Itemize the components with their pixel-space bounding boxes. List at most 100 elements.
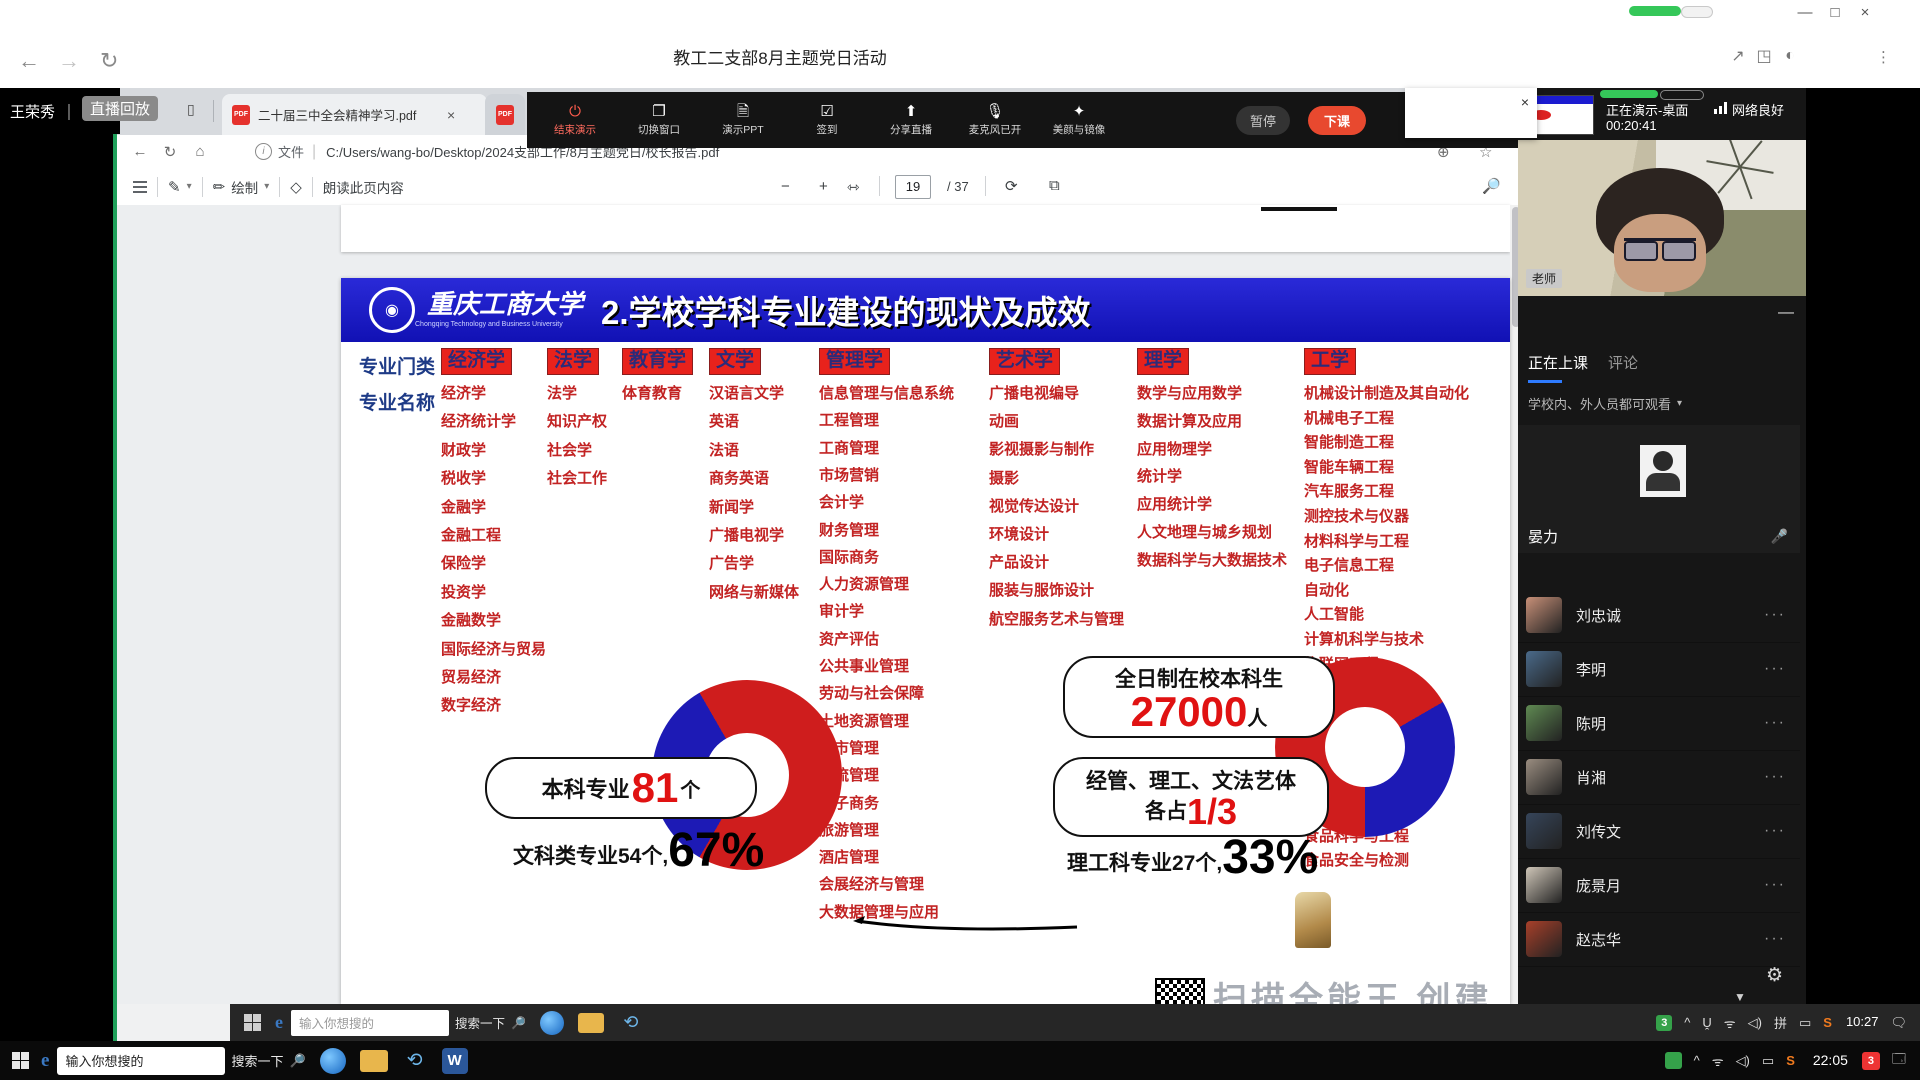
签到-button[interactable]: ☑签到 <box>785 104 869 137</box>
search-icon[interactable]: 🔎 <box>289 1053 305 1069</box>
volume-slider-track[interactable] <box>1681 6 1713 18</box>
window-minimize-button[interactable]: — <box>1790 4 1820 21</box>
end-class-button[interactable]: 下课 <box>1308 106 1366 135</box>
search-input[interactable]: 输入你想搜的 <box>57 1047 225 1075</box>
battery-icon[interactable]: ▭ <box>1799 1015 1811 1031</box>
participant-row[interactable]: 刘忠诚··· <box>1518 588 1800 643</box>
tray-expand-icon[interactable]: ^ <box>1684 1015 1690 1030</box>
分享直播-button[interactable]: ⬆分享直播 <box>869 104 953 137</box>
tray-expand-icon[interactable]: ^ <box>1694 1053 1700 1068</box>
volume-slider-fill[interactable] <box>1629 6 1681 16</box>
popup-close-icon[interactable]: × <box>1521 94 1529 110</box>
speaker-video-panel[interactable]: 晏力 🎤 <box>1518 425 1800 553</box>
collections-icon[interactable]: ◳ <box>1751 46 1777 66</box>
participant-row[interactable]: 李明··· <box>1518 642 1800 697</box>
draw-label[interactable]: 绘制 <box>231 177 258 197</box>
chevron-down-icon[interactable]: ▾ <box>264 181 269 192</box>
美颜与镜像-button[interactable]: ✦美颜与镜像 <box>1037 104 1121 137</box>
notification-badge[interactable]: 3 <box>1862 1052 1880 1070</box>
participant-menu-icon[interactable]: ··· <box>1764 714 1786 732</box>
participant-row[interactable]: 肖湘··· <box>1518 750 1800 805</box>
folder-app-icon[interactable] <box>578 1013 604 1033</box>
participant-row[interactable]: 赵志华··· <box>1518 912 1800 967</box>
table-of-contents-icon[interactable] <box>133 178 147 196</box>
draw-pen-icon[interactable]: ✏ <box>213 178 226 196</box>
切换窗口-button[interactable]: ❐切换窗口 <box>617 104 701 137</box>
battery-icon[interactable]: ▭ <box>1762 1053 1774 1069</box>
visibility-permission[interactable]: 学校内、外人员都可观看 ▾ <box>1528 394 1682 413</box>
rotate-icon[interactable]: ⟳ <box>1005 177 1018 195</box>
window-close-button[interactable]: × <box>1850 4 1880 21</box>
麦克风已开-button[interactable]: 🎙麦克风已开 <box>953 104 1037 137</box>
participant-row[interactable]: 陈明··· <box>1518 696 1800 751</box>
ie-icon[interactable]: e <box>275 1012 283 1033</box>
share-icon[interactable]: ↗ <box>1725 46 1751 66</box>
chevron-down-icon[interactable]: ▾ <box>187 181 192 192</box>
reload-icon[interactable]: ↻ <box>155 143 185 161</box>
search-input[interactable]: 输入你想搜的 <box>291 1010 449 1036</box>
pause-button[interactable]: 暂停 <box>1236 106 1290 135</box>
participant-menu-icon[interactable]: ··· <box>1764 876 1786 894</box>
participant-row[interactable]: 庞景月··· <box>1518 858 1800 913</box>
clock[interactable]: 22:05 <box>1813 1053 1848 1068</box>
participant-menu-icon[interactable]: ··· <box>1764 768 1786 786</box>
browser-tab-background[interactable]: PDF <box>485 94 525 135</box>
highlighter-icon[interactable]: ✎ <box>168 178 181 196</box>
tab-comments[interactable]: 评论 <box>1608 352 1638 373</box>
scroll-down-icon[interactable]: ▼ <box>1734 990 1746 1004</box>
security-shield-icon[interactable] <box>1665 1052 1682 1069</box>
search-icon[interactable]: 🔎 <box>511 1016 526 1030</box>
mic-tray-icon[interactable]: Ṷ <box>1702 1015 1711 1030</box>
browser-tab-active[interactable]: PDF 二十届三中全会精神学习.pdf × <box>222 94 487 135</box>
search-button[interactable]: 搜索一下 <box>455 1013 505 1032</box>
participant-row[interactable]: 刘传文··· <box>1518 804 1800 859</box>
zoom-in-icon[interactable]: + <box>819 178 828 195</box>
settings-gear-icon[interactable]: ⚙ <box>1766 964 1783 987</box>
sync-app-icon[interactable]: ⟲ <box>402 1048 428 1074</box>
sogou-icon[interactable]: S <box>1823 1015 1832 1030</box>
collapse-panel-icon[interactable]: — <box>1778 304 1794 322</box>
wifi-icon[interactable]: ᯤ <box>1712 1052 1724 1070</box>
read-aloud-button[interactable]: 朗读此页内容 <box>323 177 404 197</box>
windows-start-icon[interactable] <box>12 1052 29 1069</box>
tab-close-icon[interactable]: × <box>447 107 455 123</box>
eraser-icon[interactable]: ◇ <box>290 178 302 196</box>
home-icon[interactable]: ⌂ <box>185 143 215 160</box>
ime-icon[interactable]: 拼 <box>1774 1013 1787 1032</box>
profile-icon[interactable]: ◐ <box>1777 47 1803 65</box>
notification-icon[interactable]: 🗨 <box>1890 1015 1907 1031</box>
browser-app-icon[interactable] <box>540 1011 564 1035</box>
zoom-out-icon[interactable]: − <box>781 178 790 195</box>
more-menu-icon[interactable]: ⋮ <box>1876 48 1891 66</box>
security-shield-icon[interactable]: 3 <box>1656 1015 1672 1031</box>
page-info-icon[interactable]: i <box>255 143 272 160</box>
network-icon[interactable]: ᯤ <box>1724 1014 1736 1032</box>
participant-menu-icon[interactable]: ··· <box>1764 822 1786 840</box>
clock[interactable]: 10:27 <box>1846 1015 1879 1029</box>
search-button[interactable]: 搜索一下 <box>231 1051 283 1070</box>
two-page-view-icon[interactable]: ⧉ <box>1049 177 1060 194</box>
tab-in-class[interactable]: 正在上课 <box>1528 352 1588 373</box>
teacher-video[interactable]: 老师 <box>1518 140 1806 296</box>
speaker-icon[interactable]: ◁) <box>1736 1053 1750 1069</box>
结束演示-button[interactable]: ⏻结束演示 <box>533 104 617 137</box>
page-number-input[interactable]: 19 <box>895 175 931 199</box>
pdf-document-area[interactable]: ◉ 重庆工商大学 Chongqing Technology and Busine… <box>117 205 1522 1004</box>
sync-app-icon[interactable]: ⟲ <box>618 1010 644 1036</box>
search-icon[interactable]: 🔎 <box>1482 177 1501 195</box>
browser-app-icon[interactable] <box>320 1048 346 1074</box>
participant-menu-icon[interactable]: ··· <box>1764 606 1786 624</box>
back-icon[interactable]: ← <box>125 143 155 160</box>
ie-icon[interactable]: e <box>41 1050 49 1072</box>
action-center-icon[interactable]: 🗔 <box>1892 1050 1906 1072</box>
windows-start-icon[interactable] <box>244 1014 261 1031</box>
演示PPT-button[interactable]: 🗎演示PPT <box>701 104 785 137</box>
fit-width-icon[interactable]: ⇿ <box>847 178 860 196</box>
speaker-icon[interactable]: ◁) <box>1748 1015 1762 1031</box>
vertical-tabs-icon[interactable]: ▯ <box>187 101 195 118</box>
window-maximize-button[interactable]: □ <box>1820 4 1850 21</box>
word-app-icon[interactable]: W <box>442 1048 468 1074</box>
participant-menu-icon[interactable]: ··· <box>1764 660 1786 678</box>
sogou-icon[interactable]: S <box>1786 1053 1795 1068</box>
folder-app-icon[interactable] <box>360 1050 388 1072</box>
